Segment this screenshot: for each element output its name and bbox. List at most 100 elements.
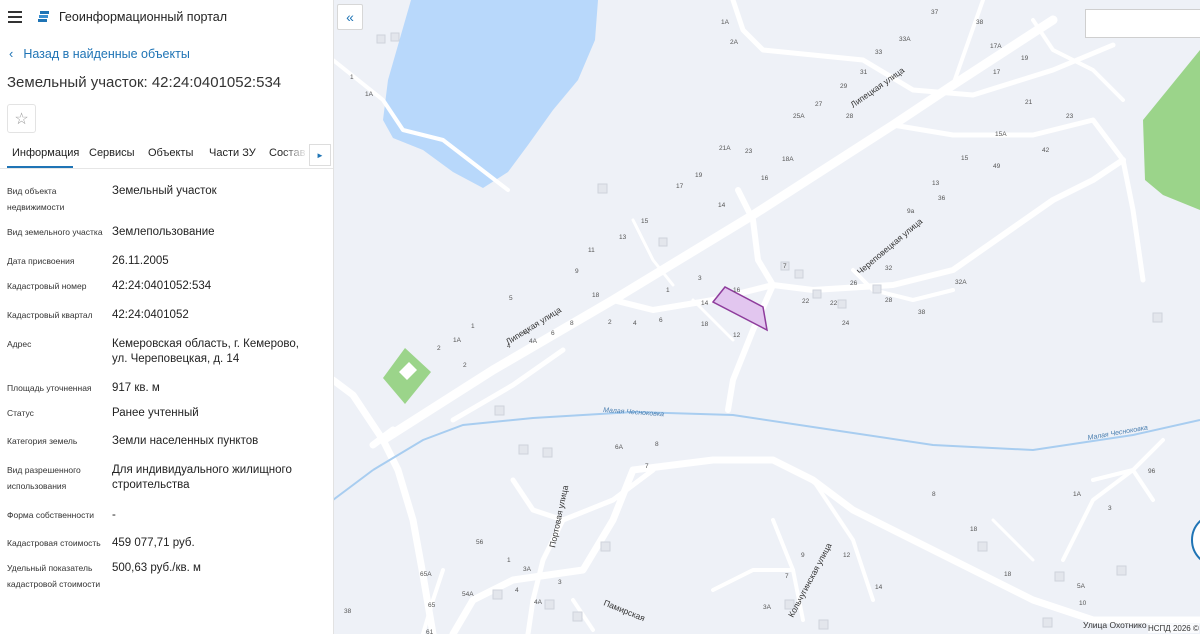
house-number: 31 [860,69,868,76]
house-number: 2А [730,39,739,46]
favorite-star-icon[interactable]: ☆ [7,104,36,133]
map-search-input[interactable] [1085,9,1200,38]
house-number: 7 [785,573,789,580]
field-value: Земли населенных пунктов [112,435,259,447]
house-number: 6А [615,444,624,451]
house-number: 21А [719,145,731,152]
house-number: 32 [885,265,893,272]
house-number: 61 [426,629,434,634]
house-number: 7 [645,463,649,470]
house-number: 8 [570,320,574,327]
tab-objects[interactable]: Объекты [148,147,193,159]
field-value: Земельный участок [112,185,217,197]
house-number: 65А [420,571,432,578]
house-number: 17 [676,183,684,190]
chevron-left-icon: ‹ [9,46,14,61]
house-number: 2 [608,319,612,326]
field-value: 459 077,71 руб. [112,537,195,549]
house-number: 1А [1073,491,1082,498]
collapse-panel-icon[interactable]: « [337,4,363,30]
house-number: 38 [344,608,352,615]
house-number: 3 [558,579,562,586]
house-number: 3А [763,604,772,611]
house-number: 36 [938,195,946,202]
house-number: 24 [842,320,850,327]
house-number: 5А [1077,583,1086,590]
house-number: 29 [840,83,848,90]
info-panel: Геоинформационный портал ‹ Назад в найден… [0,0,334,634]
field-value: 917 кв. м [112,382,160,394]
house-number: 12 [733,332,741,339]
tabs-scroll-right-icon[interactable]: ► [309,144,331,166]
house-number: 28 [885,297,893,304]
house-number: 38 [918,309,926,316]
field-label: Площадь уточненная [7,383,92,393]
house-number: 8 [655,441,659,448]
house-number: 23 [745,148,753,155]
house-number: 13 [932,180,940,187]
house-number: 15А [995,131,1007,138]
page-title: Земельный участок: 42:24:0401052:534 [7,74,282,91]
house-number: 1А [453,337,462,344]
field-label: Вид объекта недвижимости [7,186,65,212]
house-number: 14 [875,584,883,591]
house-number: 1 [666,287,670,294]
field-value: Для индивидуального жилищного строительс… [112,464,292,491]
house-number: 14 [718,202,726,209]
house-number: 18 [970,526,978,533]
tab-parts[interactable]: Части ЗУ [209,147,256,159]
house-number: 1 [350,74,354,81]
house-number: 19 [695,172,703,179]
house-number: 28 [846,113,854,120]
house-number: 4А [534,599,543,606]
field-value: 26.11.2005 [112,255,169,267]
field-label: Удельный показатель кадастровой стоимост… [7,563,101,589]
house-number: 25А [793,113,805,120]
tab-bar: Информация Сервисы Объекты Части ЗУ Сост… [0,143,333,169]
field-value: Землепользование [112,226,215,238]
map-view[interactable]: Липецкая улица Липецкая улица Череповецк… [333,0,1200,634]
house-number: 49 [993,163,1001,170]
house-number: 13 [619,234,627,241]
house-number: 1А [365,91,374,98]
house-number: 18 [1004,571,1012,578]
field-label: Форма собственности [7,510,94,520]
field-label: Вид земельного участка [7,227,103,237]
menu-icon[interactable] [8,11,22,23]
my-location-icon[interactable] [1191,514,1200,566]
house-number: 18 [592,292,600,299]
house-number: 2 [437,345,441,352]
house-number: 5 [509,295,513,302]
house-number: 33 [875,49,883,56]
house-number: 2 [463,362,467,369]
house-number: 38 [976,19,984,26]
field-label: Кадастровая стоимость [7,538,101,548]
house-number: 22 [830,300,838,307]
house-number: 54А [462,591,474,598]
house-number: 9 [801,552,805,559]
tab-services[interactable]: Сервисы [89,147,135,159]
back-link[interactable]: ‹ Назад в найденные объекты [9,46,190,61]
tab-information[interactable]: Информация [12,147,79,159]
house-number: 12 [843,552,851,559]
house-number: 11 [588,247,595,254]
house-number: 37 [931,9,939,16]
field-value: - [112,509,116,521]
house-number: 10 [1079,600,1087,607]
house-number: 17 [993,69,1001,76]
river [372,410,1200,471]
map-canvas[interactable]: Липецкая улица Липецкая улица Череповецк… [333,0,1200,634]
active-tab-indicator [7,166,73,168]
house-number: 19 [1021,55,1029,62]
house-number: 14 [701,300,709,307]
house-number: 9 [575,268,579,275]
top-bar: Геоинформационный портал [0,0,333,34]
field-label: Вид разрешенного использования [7,465,81,491]
back-label: Назад в найденные объекты [23,47,190,61]
field-value: 500,63 руб./кв. м [112,562,201,574]
river-label: Малая Чесноковка [603,407,665,418]
street-label: Липецкая улица [848,65,906,110]
field-value: 42:24:0401052 [112,309,189,321]
field-label: Кадастровый номер [7,281,87,291]
field-label: Кадастровый квартал [7,310,93,320]
